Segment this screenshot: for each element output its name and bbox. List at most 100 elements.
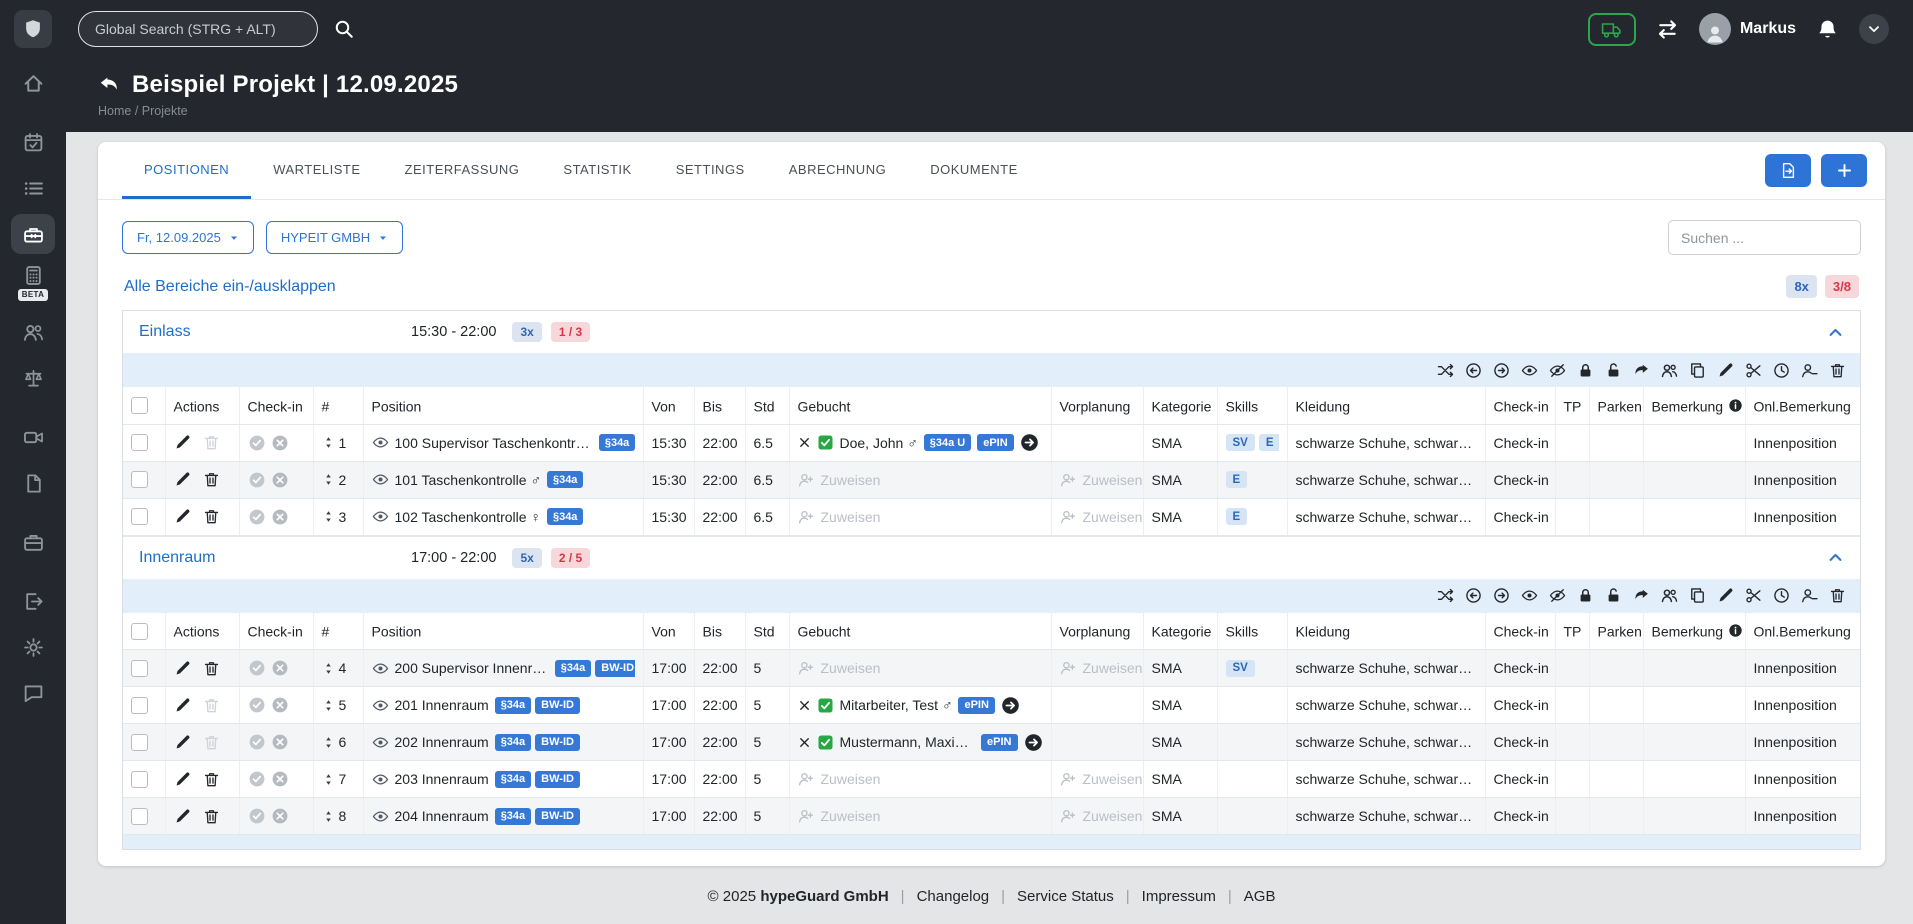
rotate-right-circle-icon[interactable] <box>1493 587 1510 604</box>
remove-booking-icon[interactable] <box>798 736 811 749</box>
users-icon[interactable] <box>1661 587 1678 604</box>
user-minus-icon[interactable] <box>1801 362 1818 379</box>
shuffle-icon[interactable] <box>1437 362 1454 379</box>
edit-icon[interactable] <box>174 771 191 788</box>
eye-icon[interactable] <box>1521 362 1538 379</box>
checkin-status-icon[interactable] <box>248 471 266 489</box>
delete-icon[interactable] <box>203 808 220 825</box>
checkout-status-icon[interactable] <box>271 696 289 714</box>
breadcrumb[interactable]: Home / Projekte <box>98 104 1881 118</box>
sidebar-item-calendar[interactable] <box>11 122 55 162</box>
trash-icon[interactable] <box>1829 362 1846 379</box>
section-title-link[interactable]: Einlass <box>139 323 411 341</box>
table-search-input[interactable] <box>1668 220 1861 255</box>
checkout-status-icon[interactable] <box>271 807 289 825</box>
edit-icon[interactable] <box>174 471 191 488</box>
section-title-link[interactable]: Innenraum <box>139 549 411 567</box>
bell-icon[interactable] <box>1816 18 1839 41</box>
clock-icon[interactable] <box>1773 362 1790 379</box>
delete-icon[interactable] <box>203 771 220 788</box>
checkin-action[interactable]: Check-in <box>1494 697 1549 713</box>
company-filter-button[interactable]: HYPEIT GMBH <box>265 221 404 254</box>
eye-icon[interactable] <box>1521 587 1538 604</box>
remove-booking-icon[interactable] <box>798 699 811 712</box>
edit-icon[interactable] <box>174 697 191 714</box>
share-icon[interactable] <box>1633 362 1650 379</box>
pencil-icon[interactable] <box>1717 587 1734 604</box>
sidebar-item-chat[interactable] <box>11 673 55 713</box>
view-position-icon[interactable] <box>372 771 389 788</box>
footer-link-changelog[interactable]: Changelog <box>917 888 990 905</box>
open-employee-icon[interactable] <box>1001 696 1020 715</box>
info-icon[interactable] <box>1728 398 1743 413</box>
sidebar-item-sign-out[interactable] <box>11 581 55 621</box>
copy-icon[interactable] <box>1689 362 1706 379</box>
checkout-status-icon[interactable] <box>271 733 289 751</box>
row-checkbox[interactable] <box>131 508 148 526</box>
edit-icon[interactable] <box>174 808 191 825</box>
rotate-right-circle-icon[interactable] <box>1493 362 1510 379</box>
preplan-assign-button[interactable]: Zuweisen <box>1060 660 1142 676</box>
sidebar-item-users[interactable] <box>11 312 55 352</box>
scissors-icon[interactable] <box>1745 587 1762 604</box>
checkin-status-icon[interactable] <box>248 434 266 452</box>
remove-booking-icon[interactable] <box>798 436 811 449</box>
horizontal-scrollbar[interactable] <box>123 835 1860 849</box>
sort-handle-icon[interactable] <box>322 699 335 712</box>
checkin-action[interactable]: Check-in <box>1494 509 1549 525</box>
info-icon[interactable] <box>1728 623 1743 638</box>
delete-icon[interactable] <box>203 660 220 677</box>
delete-icon[interactable] <box>203 471 220 488</box>
sidebar-item-list[interactable] <box>11 168 55 208</box>
row-checkbox[interactable] <box>131 659 148 677</box>
select-all-checkbox[interactable] <box>131 622 148 640</box>
confirmed-check-icon[interactable] <box>817 734 834 751</box>
edit-icon[interactable] <box>174 660 191 677</box>
footer-link-impressum[interactable]: Impressum <box>1142 888 1216 905</box>
sort-handle-icon[interactable] <box>322 810 335 823</box>
collapse-section-icon[interactable] <box>1827 324 1844 341</box>
collapse-all-link[interactable]: Alle Bereiche ein-/ausklappen <box>124 278 336 296</box>
trash-icon[interactable] <box>1829 587 1846 604</box>
row-checkbox[interactable] <box>131 733 148 751</box>
account-menu-button[interactable] <box>1859 14 1889 44</box>
tab-abrechnung[interactable]: ABRECHNUNG <box>767 142 908 199</box>
sidebar-item-scale[interactable] <box>11 358 55 398</box>
footer-link-service-status[interactable]: Service Status <box>1017 888 1114 905</box>
assign-button[interactable]: Zuweisen <box>798 660 1043 676</box>
clock-icon[interactable] <box>1773 587 1790 604</box>
tab-dokumente[interactable]: DOKUMENTE <box>908 142 1040 199</box>
copy-icon[interactable] <box>1689 587 1706 604</box>
unlock-icon[interactable] <box>1605 362 1622 379</box>
add-position-button[interactable] <box>1821 154 1867 187</box>
row-checkbox[interactable] <box>131 696 148 714</box>
delete-icon[interactable] <box>203 734 220 751</box>
lock-icon[interactable] <box>1577 587 1594 604</box>
shuffle-icon[interactable] <box>1437 587 1454 604</box>
eye-slash-icon[interactable] <box>1549 587 1566 604</box>
checkout-status-icon[interactable] <box>271 659 289 677</box>
pencil-icon[interactable] <box>1717 362 1734 379</box>
export-button[interactable] <box>1765 154 1811 187</box>
sort-handle-icon[interactable] <box>322 773 335 786</box>
checkout-status-icon[interactable] <box>271 770 289 788</box>
row-checkbox[interactable] <box>131 471 148 489</box>
rotate-left-circle-icon[interactable] <box>1465 587 1482 604</box>
checkout-status-icon[interactable] <box>271 471 289 489</box>
checkin-status-icon[interactable] <box>248 508 266 526</box>
view-position-icon[interactable] <box>372 734 389 751</box>
preplan-assign-button[interactable]: Zuweisen <box>1060 808 1142 824</box>
scissors-icon[interactable] <box>1745 362 1762 379</box>
view-position-icon[interactable] <box>372 808 389 825</box>
sidebar-item-gears[interactable] <box>11 627 55 667</box>
checkin-action[interactable]: Check-in <box>1494 771 1549 787</box>
sidebar-item-camera[interactable] <box>11 417 55 457</box>
sort-handle-icon[interactable] <box>322 473 335 486</box>
delete-icon[interactable] <box>203 434 220 451</box>
unlock-icon[interactable] <box>1605 587 1622 604</box>
sidebar-item-home[interactable] <box>11 63 55 103</box>
preplan-assign-button[interactable]: Zuweisen <box>1060 472 1142 488</box>
tab-zeiterfassung[interactable]: ZEITERFASSUNG <box>383 142 542 199</box>
user-menu[interactable]: Markus <box>1698 13 1796 45</box>
view-position-icon[interactable] <box>372 508 389 525</box>
